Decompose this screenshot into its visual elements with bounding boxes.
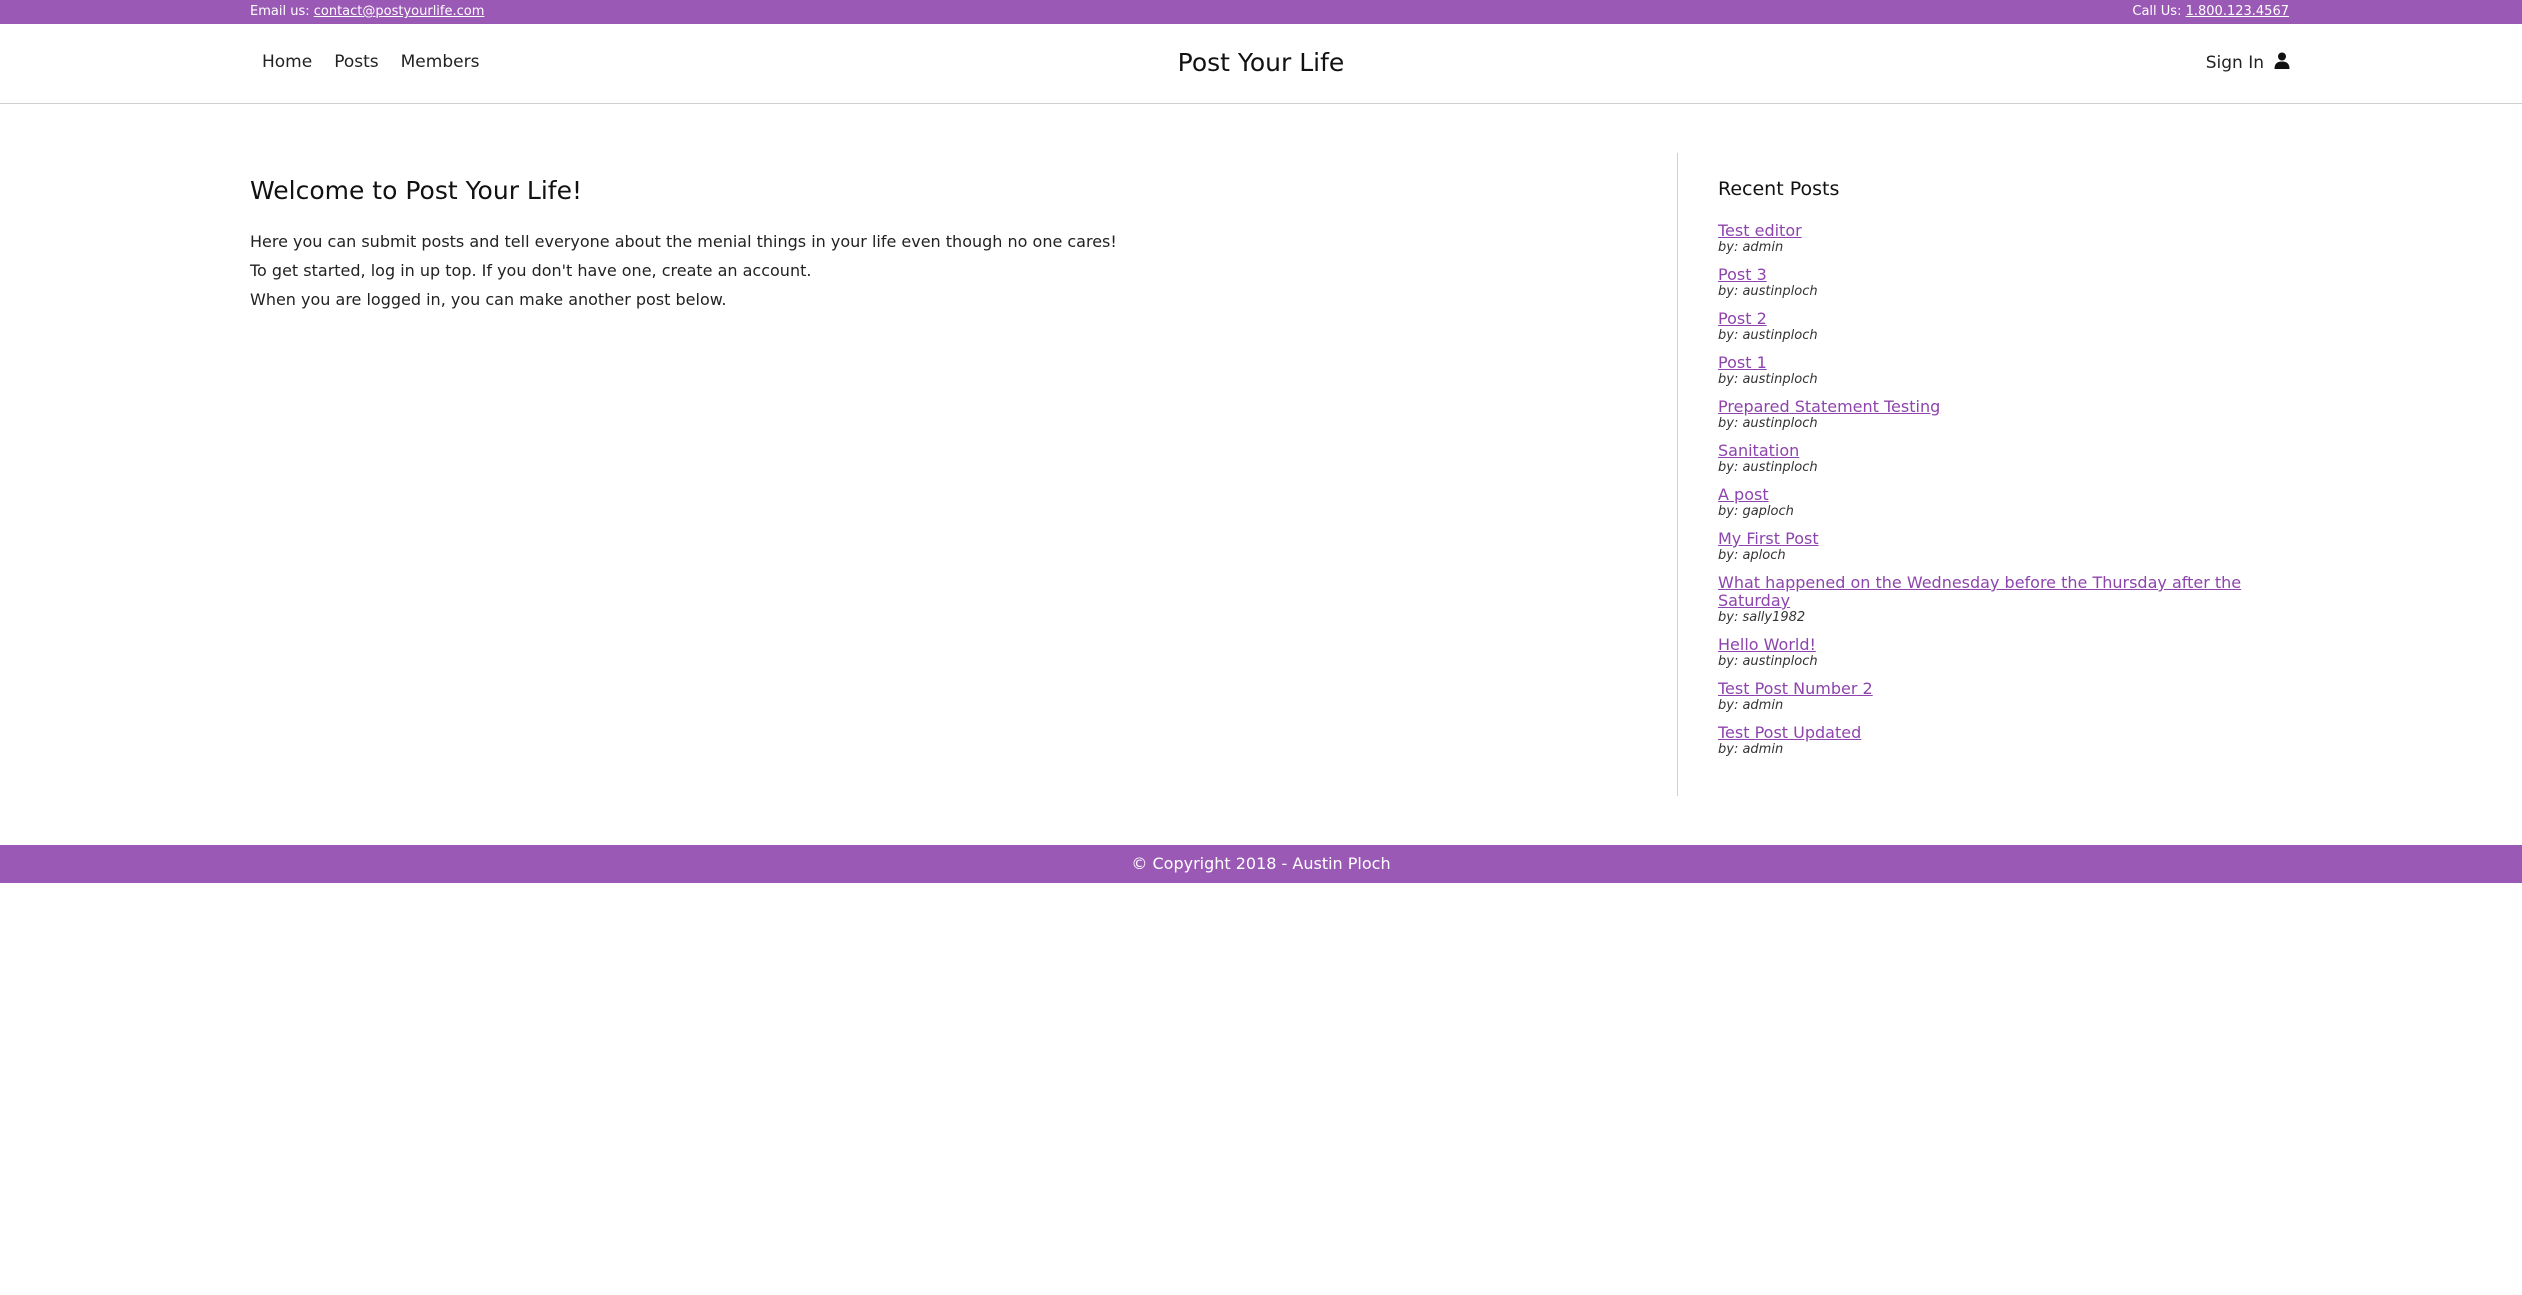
post-link[interactable]: My First Post — [1718, 530, 2298, 548]
main-navbar: Post Your Life Home Posts Members Sign I… — [0, 24, 2522, 104]
post-link[interactable]: Test Post Number 2 — [1718, 680, 2298, 698]
recent-posts-sidebar: Recent Posts Test editor by: admin Post … — [1718, 178, 2298, 768]
top-contact-bar: Email us: contact@postyourlife.com Call … — [0, 0, 2522, 24]
nav-members-link[interactable]: Members — [401, 52, 480, 72]
recent-post-item: Post 3 by: austinploch — [1718, 266, 2298, 300]
intro-line: To get started, log in up top. If you do… — [250, 261, 812, 280]
post-link[interactable]: Test editor — [1718, 222, 2298, 240]
post-author: by: sally1982 — [1718, 610, 1806, 625]
welcome-section: Welcome to Post Your Life! Here you can … — [250, 176, 1650, 314]
email-label: Email us: — [250, 4, 310, 19]
brand-title[interactable]: Post Your Life — [1178, 48, 1345, 77]
post-link[interactable]: Prepared Statement Testing — [1718, 398, 2298, 416]
recent-post-item: Test Post Updated by: admin — [1718, 724, 2298, 758]
intro-line: When you are logged in, you can make ano… — [250, 290, 727, 309]
post-author: by: austinploch — [1718, 416, 1818, 431]
post-link[interactable]: Post 3 — [1718, 266, 2298, 284]
recent-post-item: Sanitation by: austinploch — [1718, 442, 2298, 476]
post-link[interactable]: What happened on the Wednesday before th… — [1718, 574, 2298, 610]
sign-in-label: Sign In — [2205, 53, 2264, 73]
recent-post-item: My First Post by: aploch — [1718, 530, 2298, 564]
sign-in-button[interactable]: Sign In — [2206, 52, 2290, 74]
post-author: by: gaploch — [1718, 504, 1794, 519]
user-icon — [2274, 52, 2290, 74]
recent-posts-title: Recent Posts — [1718, 178, 1840, 200]
post-author: by: admin — [1718, 742, 1784, 757]
post-link[interactable]: A post — [1718, 486, 2298, 504]
post-author: by: austinploch — [1718, 328, 1818, 343]
post-author: by: austinploch — [1718, 460, 1818, 475]
post-author: by: admin — [1718, 240, 1784, 255]
recent-post-item: Post 1 by: austinploch — [1718, 354, 2298, 388]
email-link[interactable]: contact@postyourlife.com — [314, 4, 485, 19]
post-link[interactable]: Test Post Updated — [1718, 724, 2298, 742]
post-author: by: admin — [1718, 698, 1784, 713]
email-contact: Email us: contact@postyourlife.com — [250, 4, 484, 19]
post-link[interactable]: Sanitation — [1718, 442, 2298, 460]
post-author: by: austinploch — [1718, 372, 1818, 387]
post-link[interactable]: Post 2 — [1718, 310, 2298, 328]
recent-post-item: Post 2 by: austinploch — [1718, 310, 2298, 344]
copyright-text: © Copyright 2018 - Austin Ploch — [1131, 854, 1391, 873]
nav-posts-link[interactable]: Posts — [334, 52, 378, 72]
recent-post-item: Hello World! by: austinploch — [1718, 636, 2298, 670]
post-link[interactable]: Hello World! — [1718, 636, 2298, 654]
recent-post-item: A post by: gaploch — [1718, 486, 2298, 520]
recent-post-item: Test editor by: admin — [1718, 222, 2298, 256]
post-author: by: austinploch — [1718, 284, 1818, 299]
phone-link[interactable]: 1.800.123.4567 — [2186, 4, 2289, 19]
nav-home-link[interactable]: Home — [262, 52, 312, 72]
phone-label: Call Us: — [2132, 4, 2182, 19]
recent-posts-list: Test editor by: admin Post 3 by: austinp… — [1718, 222, 2298, 758]
recent-post-item: What happened on the Wednesday before th… — [1718, 574, 2298, 626]
nav-links: Home Posts Members — [262, 52, 479, 72]
welcome-title: Welcome to Post Your Life! — [250, 176, 582, 205]
post-author: by: austinploch — [1718, 654, 1818, 669]
post-author: by: aploch — [1718, 548, 1786, 563]
phone-contact: Call Us: 1.800.123.4567 — [2132, 4, 2289, 19]
intro-line: Here you can submit posts and tell every… — [250, 232, 1117, 251]
footer-bar: © Copyright 2018 - Austin Ploch — [0, 845, 2522, 883]
welcome-text: Here you can submit posts and tell every… — [250, 227, 1650, 314]
column-divider — [1677, 153, 1678, 796]
post-link[interactable]: Post 1 — [1718, 354, 2298, 372]
recent-post-item: Prepared Statement Testing by: austinplo… — [1718, 398, 2298, 432]
recent-post-item: Test Post Number 2 by: admin — [1718, 680, 2298, 714]
